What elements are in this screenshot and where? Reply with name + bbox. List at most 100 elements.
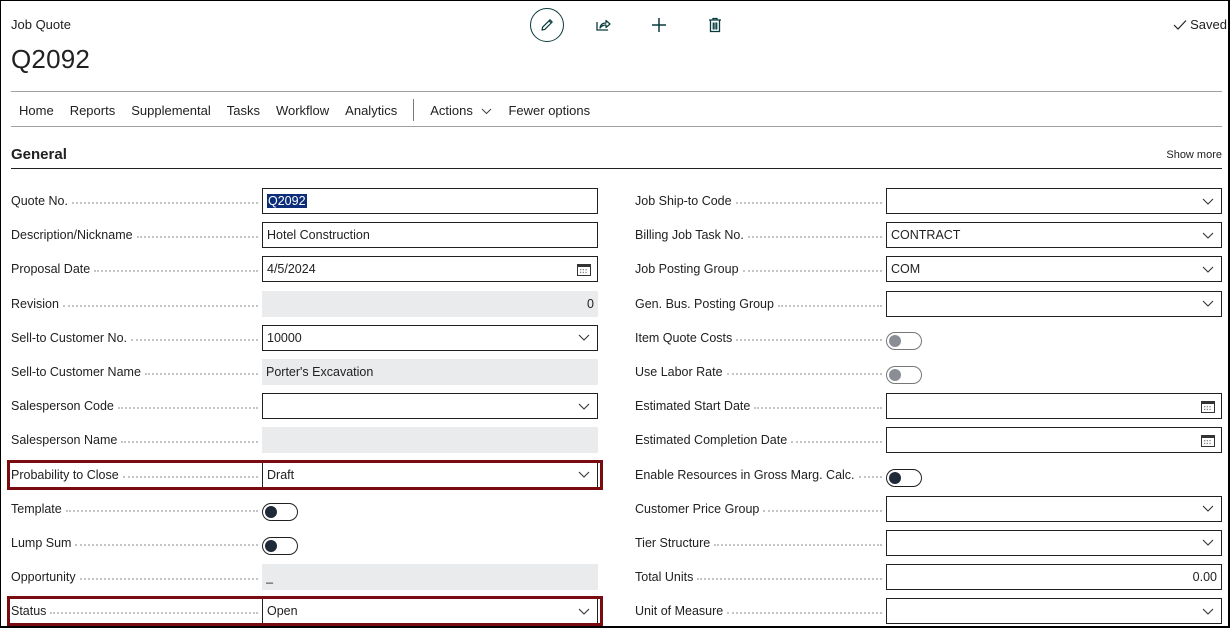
field-row-salesperson-code: Salesperson Code bbox=[11, 389, 598, 423]
nav-actions-menu[interactable]: Actions bbox=[422, 103, 500, 118]
dropdown-toggle[interactable] bbox=[1199, 266, 1217, 273]
proposal-date-label: Proposal Date bbox=[11, 262, 262, 277]
toggle-knob bbox=[265, 539, 277, 552]
page-caption: Job Quote bbox=[11, 17, 71, 32]
dropdown-toggle[interactable] bbox=[1199, 300, 1217, 307]
leader-dots bbox=[65, 509, 258, 512]
revision-input: 0 bbox=[262, 290, 598, 317]
field-row-billing-job-task-no: Billing Job Task No. CONTRACT bbox=[635, 218, 1222, 252]
fewer-options-button[interactable]: Fewer options bbox=[500, 103, 598, 118]
estimated-completion-date-input[interactable] bbox=[886, 427, 1222, 454]
leader-dots bbox=[121, 441, 258, 444]
dropdown-toggle[interactable] bbox=[575, 608, 593, 615]
new-button[interactable] bbox=[642, 8, 676, 42]
nav-tasks[interactable]: Tasks bbox=[219, 103, 268, 118]
section-title[interactable]: General bbox=[11, 146, 67, 163]
job-posting-group-dropdown[interactable]: COM bbox=[886, 256, 1222, 283]
dropdown-toggle[interactable] bbox=[1199, 505, 1217, 512]
field-row-opportunity: Opportunity _ bbox=[11, 560, 598, 594]
tier-structure-label: Tier Structure bbox=[635, 535, 886, 550]
enable-resources-in-gross-marg-calc-toggle[interactable] bbox=[886, 468, 922, 487]
edit-icon bbox=[541, 19, 553, 31]
nav-workflow[interactable]: Workflow bbox=[268, 103, 337, 118]
dropdown-toggle[interactable] bbox=[575, 334, 593, 342]
chevron-down-icon bbox=[578, 608, 590, 615]
field-row-gen-bus-posting-group: Gen. Bus. Posting Group bbox=[635, 287, 1222, 321]
dropdown-toggle[interactable] bbox=[575, 471, 593, 478]
tier-structure-dropdown[interactable] bbox=[886, 529, 1222, 556]
chevron-down-icon bbox=[482, 108, 492, 114]
opportunity-label: Opportunity bbox=[11, 570, 262, 585]
enable-resources-in-gross-marg-calc-label: Enable Resources in Gross Marg. Calc. bbox=[635, 467, 886, 482]
customer-price-group-dropdown[interactable] bbox=[886, 495, 1222, 522]
billing-job-task-no-label: Billing Job Task No. bbox=[635, 228, 886, 243]
toggle-knob bbox=[889, 368, 901, 381]
dropdown-toggle[interactable] bbox=[1199, 608, 1217, 615]
use-labor-rate-label: Use Labor Rate bbox=[635, 365, 886, 380]
date-picker-button[interactable] bbox=[1199, 434, 1217, 447]
field-label-text: Customer Price Group bbox=[635, 501, 764, 516]
proposal-date-input[interactable]: 4/5/2024 bbox=[262, 256, 598, 283]
chevron-down-icon bbox=[1202, 539, 1214, 547]
salesperson-code-dropdown[interactable] bbox=[262, 393, 598, 420]
lump-sum-toggle[interactable] bbox=[262, 536, 298, 555]
dropdown-toggle[interactable] bbox=[1199, 539, 1217, 547]
gen-bus-posting-group-dropdown[interactable] bbox=[886, 290, 1222, 317]
lump-sum-label: Lump Sum bbox=[11, 535, 262, 550]
leader-dots bbox=[697, 578, 882, 581]
item-quote-costs-label: Item Quote Costs bbox=[635, 330, 886, 345]
probability-to-close-label: Probability to Close bbox=[11, 467, 262, 482]
section-divider bbox=[11, 168, 1222, 169]
quote-no-input[interactable]: Q2092 bbox=[262, 188, 598, 214]
edit-button[interactable] bbox=[530, 8, 564, 42]
field-value: Q2092 bbox=[267, 194, 307, 208]
nav-actions-label: Actions bbox=[430, 102, 473, 118]
nav-analytics[interactable]: Analytics bbox=[337, 103, 405, 118]
share-button[interactable] bbox=[586, 8, 620, 42]
job-ship-to-code-dropdown[interactable] bbox=[886, 188, 1222, 214]
unit-of-measure-dropdown[interactable] bbox=[886, 598, 1222, 625]
sell-to-customer-no-dropdown[interactable]: 10000 bbox=[262, 324, 598, 351]
date-picker-button[interactable] bbox=[1199, 400, 1217, 413]
dropdown-toggle[interactable] bbox=[1199, 198, 1217, 205]
status-dropdown[interactable]: Open bbox=[262, 598, 598, 625]
field-row-probability-to-close: Probability to Close Draft bbox=[7, 458, 603, 492]
delete-button[interactable] bbox=[698, 8, 732, 42]
chevron-down-icon bbox=[1202, 608, 1214, 615]
dropdown-toggle[interactable] bbox=[1199, 232, 1217, 239]
leader-dots bbox=[736, 338, 882, 341]
salesperson-name-label: Salesperson Name bbox=[11, 433, 262, 448]
field-row-total-units: Total Units 0.00 bbox=[635, 560, 1222, 594]
nav-supplemental[interactable]: Supplemental bbox=[123, 103, 219, 118]
field-row-customer-price-group: Customer Price Group bbox=[635, 492, 1222, 526]
total-units-input[interactable]: 0.00 bbox=[886, 564, 1222, 591]
field-value: Open bbox=[267, 604, 298, 619]
field-row-job-posting-group: Job Posting Group COM bbox=[635, 252, 1222, 286]
billing-job-task-no-dropdown[interactable]: CONTRACT bbox=[886, 222, 1222, 249]
description-nickname-input[interactable]: Hotel Construction bbox=[262, 222, 598, 249]
field-label-text: Enable Resources in Gross Marg. Calc. bbox=[635, 467, 859, 482]
field-label-text: Unit of Measure bbox=[635, 604, 728, 619]
template-toggle[interactable] bbox=[262, 502, 298, 521]
leader-dots bbox=[71, 202, 258, 205]
date-picker-button[interactable] bbox=[575, 263, 593, 276]
saved-status-text: Saved bbox=[1190, 17, 1227, 32]
field-row-salesperson-name: Salesperson Name bbox=[11, 423, 598, 457]
dropdown-toggle[interactable] bbox=[575, 403, 593, 410]
leader-dots bbox=[714, 543, 882, 546]
job-ship-to-code-label: Job Ship-to Code bbox=[635, 194, 886, 209]
field-label-text: Use Labor Rate bbox=[635, 365, 727, 380]
field-row-template: Template bbox=[11, 492, 598, 526]
estimated-start-date-input[interactable] bbox=[886, 393, 1222, 420]
chevron-down-icon bbox=[1202, 300, 1214, 307]
nav-home[interactable]: Home bbox=[11, 103, 62, 118]
leader-dots bbox=[858, 475, 882, 478]
leader-dots bbox=[754, 407, 882, 410]
show-more-button[interactable]: Show more bbox=[1166, 149, 1222, 161]
probability-to-close-dropdown[interactable]: Draft bbox=[262, 461, 598, 488]
leader-dots bbox=[763, 509, 882, 512]
nav-reports[interactable]: Reports bbox=[62, 103, 124, 118]
leader-dots bbox=[94, 270, 258, 273]
field-label-text: Salesperson Name bbox=[11, 433, 122, 448]
leader-dots bbox=[791, 441, 882, 444]
